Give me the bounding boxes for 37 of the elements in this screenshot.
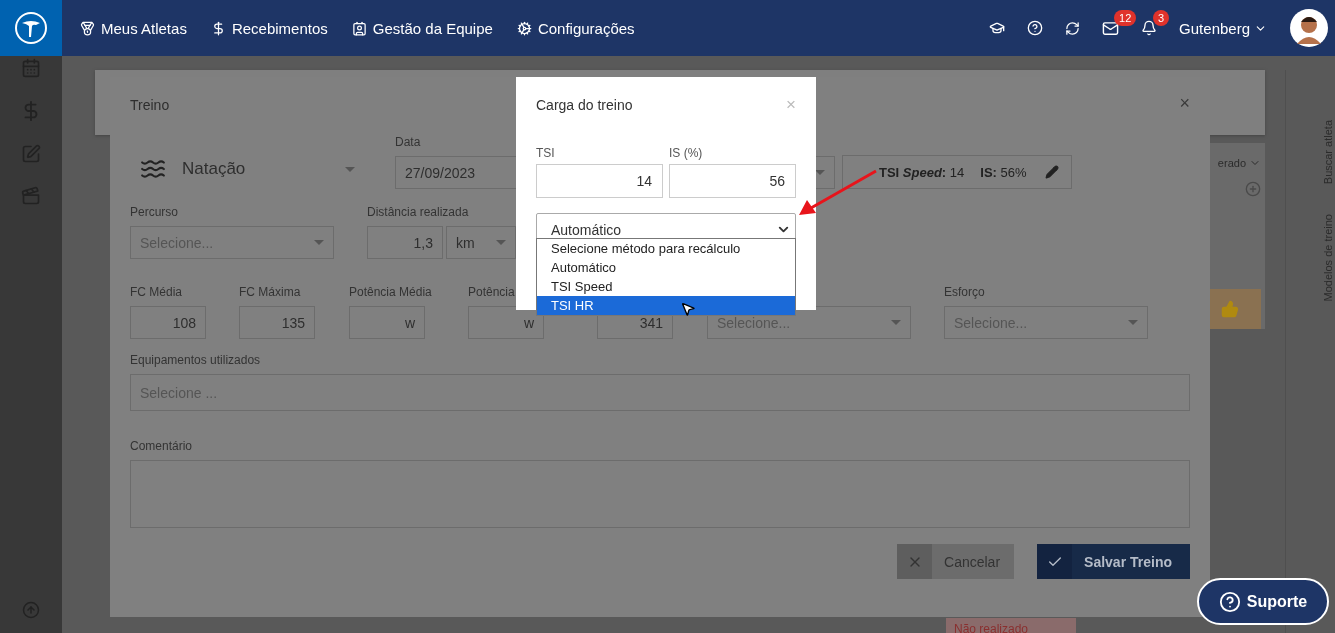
field-label: Potência Média [349, 285, 432, 300]
modal-title: Carga do treino [536, 97, 633, 113]
support-button[interactable]: Suporte [1197, 578, 1329, 625]
power-field[interactable]: w [349, 306, 425, 339]
field-label: Comentário [130, 439, 193, 454]
field-label: FC Média [130, 285, 182, 300]
close-button[interactable]: × [1179, 93, 1190, 114]
sport-select[interactable]: Natação [130, 149, 355, 189]
nav-link[interactable]: Meus Atletas [80, 19, 187, 37]
field-label: Esforço [944, 285, 985, 300]
number-field[interactable]: 108 [130, 306, 206, 339]
distance-field[interactable]: 1,3 [367, 226, 443, 259]
number-field[interactable]: 135 [239, 306, 315, 339]
field-label: Distância realizada [367, 205, 469, 220]
dropdown-option[interactable]: TSI HR [537, 296, 795, 315]
summary-value: IS: 56% [980, 164, 1027, 180]
field-label: Equipamentos utilizados [130, 353, 261, 368]
summary-value: TSI Speed: 14 [879, 164, 965, 180]
user-menu[interactable]: Gutenberg [1179, 19, 1267, 37]
modal-title: Treino [130, 97, 170, 113]
field-label: Percurso [130, 205, 179, 220]
status-label: Não realizado [946, 618, 1076, 633]
nav-link[interactable]: Recebimentos [210, 19, 328, 37]
field-label: Data [395, 135, 421, 150]
nav-link[interactable]: Configurações [516, 19, 635, 37]
field-label: Potência [468, 285, 515, 300]
is-field[interactable]: 56 [669, 164, 796, 198]
tsi-field[interactable]: 14 [536, 164, 663, 198]
close-button[interactable]: × [786, 95, 796, 115]
save-button[interactable]: Salvar Treino [1037, 544, 1190, 579]
field-label: IS (%) [669, 146, 703, 161]
count-badge: 3 [1153, 10, 1170, 26]
field-label: FC Máxima [239, 285, 301, 300]
cancel-button[interactable]: Cancelar [897, 544, 1015, 579]
status-select[interactable]: erado [1217, 157, 1261, 169]
nav-link[interactable]: Gestão da Equipe [351, 19, 493, 37]
count-badge: 12 [1114, 9, 1137, 26]
